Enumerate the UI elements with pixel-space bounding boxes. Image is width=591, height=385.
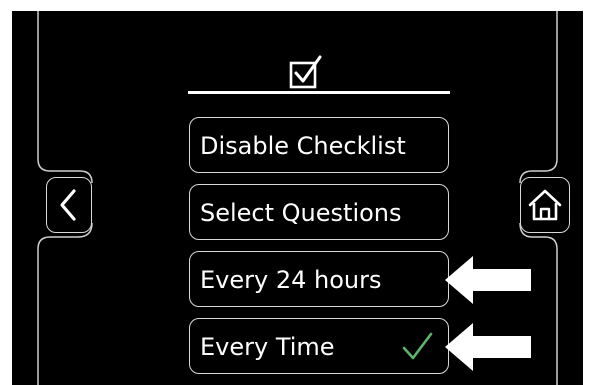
menu-item-label: Every Time [200,333,335,361]
checkmark-icon [402,332,433,360]
disable-checklist-button[interactable]: Disable Checklist [189,117,449,173]
every-24-hours-button[interactable]: Every 24 hours [189,251,449,307]
device-screen: Disable Checklist Select Questions Every… [12,11,583,385]
menu-item-label: Disable Checklist [200,132,406,160]
header-divider [188,91,450,94]
every-time-button[interactable]: Every Time [189,318,449,374]
back-button[interactable] [46,177,92,233]
menu-item-label: Select Questions [200,199,402,227]
white-arrow-left-icon [445,323,531,371]
white-arrow-left-icon [445,256,531,304]
home-button[interactable] [520,177,570,233]
home-icon [528,189,561,220]
menu-item-label: Every 24 hours [200,266,382,294]
checkbox-checked-icon [289,55,322,89]
select-questions-button[interactable]: Select Questions [189,184,449,240]
chevron-left-icon [59,188,76,221]
